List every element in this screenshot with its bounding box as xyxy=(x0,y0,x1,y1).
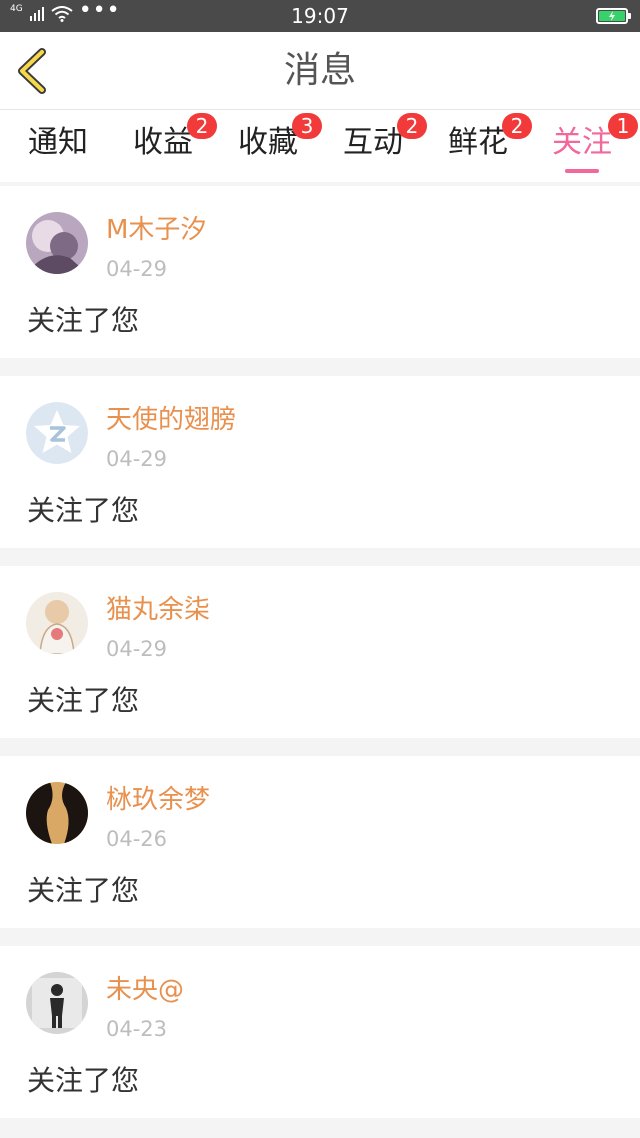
user-name[interactable]: 未央@ xyxy=(106,974,184,1006)
user-name[interactable]: 栤玖余梦 xyxy=(106,784,210,816)
page-title: 消息 xyxy=(283,50,356,91)
tab-label: 关注 xyxy=(552,125,612,160)
message-date: 04-26 xyxy=(106,827,168,851)
message-text: 关注了您 xyxy=(27,684,140,717)
user-name[interactable]: 天使的翅膀 xyxy=(106,404,236,436)
tab-label: 收藏 xyxy=(238,125,298,160)
user-avatar-icon xyxy=(26,972,88,1034)
tab-flowers[interactable]: 鲜花 2 xyxy=(446,113,532,182)
status-bar: 4G ••• 19:07 xyxy=(0,0,640,32)
message-text: 关注了您 xyxy=(27,304,140,337)
avatar[interactable] xyxy=(26,212,88,274)
avatar[interactable] xyxy=(26,402,88,464)
list-item[interactable]: 栤玖余梦 04-26 关注了您 xyxy=(0,756,640,928)
charging-icon xyxy=(609,11,615,21)
tab-badge: 2 xyxy=(187,113,217,139)
tab-favorites[interactable]: 收藏 3 xyxy=(236,113,322,182)
message-text: 关注了您 xyxy=(27,494,140,527)
tab-badge: 2 xyxy=(502,113,532,139)
list-item[interactable]: 猫丸余柒 04-29 关注了您 xyxy=(0,566,640,738)
avatar[interactable] xyxy=(26,592,88,654)
user-name[interactable]: M木子汐 xyxy=(106,214,206,246)
message-date: 04-29 xyxy=(106,447,168,471)
tab-label: 鲜花 xyxy=(448,125,508,160)
battery-level xyxy=(599,11,625,21)
list-item[interactable]: 天使的翅膀 04-29 关注了您 xyxy=(0,376,640,548)
avatar[interactable] xyxy=(26,972,88,1034)
tab-badge: 1 xyxy=(608,113,638,139)
tab-notice[interactable]: 通知 xyxy=(26,124,90,182)
message-list: M木子汐 04-29 关注了您 天使的翅膀 04-29 关注了您 猫丸余柒 04… xyxy=(0,186,640,1136)
tab-bar: 通知 收益 2 收藏 3 互动 2 鲜花 2 关注 1 xyxy=(0,110,640,182)
message-text: 关注了您 xyxy=(27,1064,140,1097)
message-date: 04-29 xyxy=(106,257,168,281)
tab-label: 互动 xyxy=(343,125,403,160)
message-date: 04-29 xyxy=(106,637,168,661)
avatar[interactable] xyxy=(26,782,88,844)
status-time: 19:07 xyxy=(291,4,349,28)
message-text: 关注了您 xyxy=(27,874,140,907)
tab-interactions[interactable]: 互动 2 xyxy=(341,113,427,182)
tab-badge: 2 xyxy=(397,113,427,139)
tab-label: 通知 xyxy=(28,125,88,160)
active-tab-indicator xyxy=(565,169,599,173)
user-avatar-icon xyxy=(26,782,88,844)
tab-label: 收益 xyxy=(133,125,193,160)
list-item[interactable]: 未央@ 04-23 关注了您 xyxy=(0,946,640,1118)
qq-star-avatar-icon xyxy=(26,402,88,464)
battery-icon xyxy=(596,8,631,24)
nav-header: 消息 xyxy=(0,32,640,110)
user-avatar-icon xyxy=(26,212,88,274)
user-avatar-icon xyxy=(26,592,88,654)
message-date: 04-23 xyxy=(106,1017,168,1041)
tab-earnings[interactable]: 收益 2 xyxy=(131,113,217,182)
user-name[interactable]: 猫丸余柒 xyxy=(106,594,210,626)
tab-follow[interactable]: 关注 1 xyxy=(550,113,638,182)
tab-badge: 3 xyxy=(292,113,322,139)
list-item[interactable]: M木子汐 04-29 关注了您 xyxy=(0,186,640,358)
